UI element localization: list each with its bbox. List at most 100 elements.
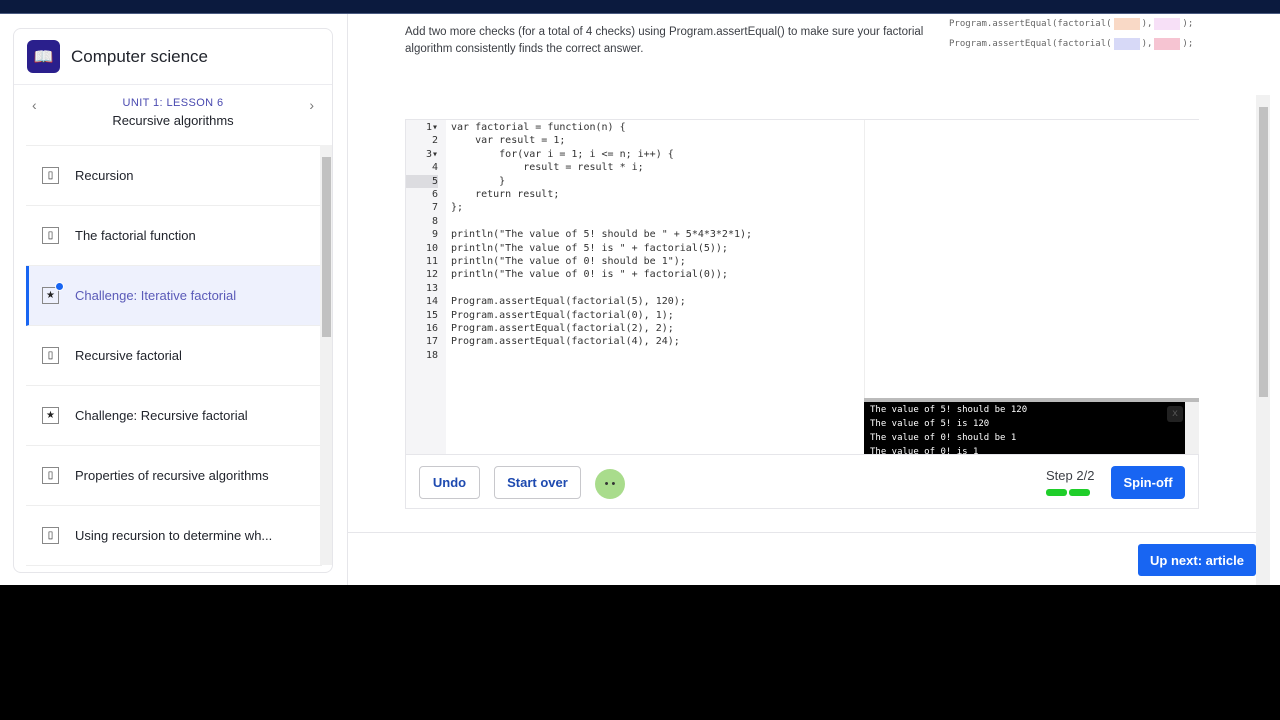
- line-number: 13: [425, 282, 438, 294]
- hint-prefix: Program.assertEqual(factorial(: [949, 19, 1112, 29]
- lesson-title[interactable]: Recursive algorithms: [14, 113, 332, 128]
- hint-suffix: );: [1182, 39, 1194, 49]
- page-scroll-thumb[interactable]: [1259, 107, 1268, 397]
- code-text: println("The value of 0! is " + factoria…: [451, 269, 728, 281]
- course-header[interactable]: 📖 Computer science: [14, 29, 332, 85]
- sidebar-item[interactable]: ▯ Using recursion to determine wh...: [26, 506, 322, 566]
- course-title: Computer science: [71, 46, 209, 66]
- sidebar-item-label: Challenge: Recursive factorial: [75, 408, 248, 423]
- code-line[interactable]: 11 println("The value of 0! should be 1")…: [406, 255, 864, 268]
- star-icon: ★: [42, 282, 64, 304]
- sidebar-item[interactable]: ▯ Properties of recursive algorithms: [26, 446, 322, 506]
- hint-mid: ),: [1141, 19, 1153, 29]
- code-text: Program.assertEqual(factorial(5), 120);: [451, 296, 686, 308]
- sidebar-item-label: The factorial function: [75, 228, 196, 243]
- code-line[interactable]: 2 var result = 1;: [406, 134, 864, 147]
- code-line[interactable]: 8: [406, 215, 864, 228]
- progress-segment: [1046, 489, 1067, 496]
- code-text: println("The value of 5! is " + factoria…: [451, 242, 728, 254]
- output-canvas: [864, 120, 1199, 398]
- sidebar-item-label: Recursion: [75, 168, 134, 183]
- lesson-item-list: ▯ Recursion ▯ The factorial function ★ Challe…: [26, 145, 322, 566]
- code-line[interactable]: 6 return result;: [406, 188, 864, 201]
- sidebar-item-label: Recursive factorial: [75, 348, 182, 363]
- sidebar-item[interactable]: ▯ Recursion: [26, 146, 322, 206]
- progress-segment: [1069, 489, 1090, 496]
- undo-button[interactable]: Undo: [419, 466, 480, 499]
- line-number: 12: [425, 269, 438, 281]
- line-number: 3▾: [425, 148, 438, 160]
- console-line: The value of 5! is 120: [870, 419, 990, 429]
- code-line[interactable]: 3▾ for(var i = 1; i <= n; i++) {: [406, 148, 864, 161]
- line-number: 17: [425, 336, 438, 348]
- start-over-button[interactable]: Start over: [494, 466, 581, 499]
- code-editor[interactable]: 1▾ var factorial = function(n) {2 var res…: [406, 120, 864, 454]
- hint-suffix: );: [1182, 19, 1194, 29]
- book-logo-icon: 📖: [27, 40, 60, 73]
- lesson-nav: ‹ UNIT 1: LESSON 6 Recursive algorithms …: [14, 85, 332, 143]
- code-text: println("The value of 0! should be 1");: [451, 256, 686, 267]
- star-icon: ★: [42, 407, 59, 424]
- console-close-button[interactable]: x: [1167, 406, 1183, 422]
- code-line[interactable]: 18: [406, 349, 864, 362]
- code-line[interactable]: 17 Program.assertEqual(factorial(4), 24);: [406, 335, 864, 348]
- line-number: 18: [425, 349, 438, 361]
- code-line[interactable]: 5 }: [406, 174, 864, 188]
- console-output: The value of 5! should be 120 The value …: [864, 398, 1199, 457]
- hint-line-2: Program.assertEqual(factorial(),);: [949, 38, 1193, 50]
- line-number: 1▾: [425, 122, 438, 133]
- code-text: Program.assertEqual(factorial(4), 24);: [451, 336, 680, 348]
- line-number: 6: [431, 189, 438, 200]
- top-nav-bar: [0, 0, 1280, 14]
- code-text: var result = 1;: [451, 135, 566, 147]
- lesson-unit: UNIT 1: LESSON 6: [122, 97, 224, 109]
- sidebar-item-label: Properties of recursive algorithms: [75, 468, 269, 483]
- page-scrollbar[interactable]: [1256, 95, 1270, 585]
- code-line[interactable]: 10 println("The value of 5! is " + factor…: [406, 242, 864, 255]
- hint-blank: [1154, 18, 1181, 30]
- code-text: println("The value of 5! should be " + 5…: [451, 229, 753, 241]
- sidebar-item-label: Using recursion to determine wh...: [75, 528, 273, 543]
- code-line[interactable]: 9 println("The value of 5! should be " + …: [406, 228, 864, 241]
- code-text: Program.assertEqual(factorial(0), 1);: [451, 309, 674, 321]
- line-number: 2: [431, 135, 438, 147]
- line-number: 10: [425, 242, 438, 254]
- sidebar-item[interactable]: ★ Challenge: Recursive factorial: [26, 386, 322, 446]
- code-line[interactable]: 13: [406, 282, 864, 295]
- console-line: The value of 5! should be 120: [870, 405, 1028, 415]
- article-icon: ▯: [42, 527, 59, 544]
- line-number: 14: [425, 296, 438, 308]
- hint-blank: [1154, 38, 1181, 50]
- code-line[interactable]: 14 Program.assertEqual(factorial(5), 120)…: [406, 295, 864, 308]
- code-line[interactable]: 4 result = result * i;: [406, 161, 864, 174]
- line-number: 15: [425, 309, 438, 321]
- code-line[interactable]: 15 Program.assertEqual(factorial(0), 1);: [406, 309, 864, 322]
- code-line[interactable]: 7};: [406, 201, 864, 214]
- article-icon: ▯: [42, 467, 59, 484]
- prev-lesson-chevron-icon[interactable]: ‹: [32, 97, 37, 113]
- code-line[interactable]: 12 println("The value of 0! is " + factor…: [406, 268, 864, 281]
- spin-off-button[interactable]: Spin-off: [1111, 466, 1185, 499]
- sidebar-item-label: Challenge: Iterative factorial: [75, 288, 237, 303]
- sidebar-item[interactable]: ▯ Recursive factorial: [26, 326, 322, 386]
- avatar: • •: [595, 469, 625, 499]
- line-number: 11: [425, 256, 438, 267]
- code-text: for(var i = 1; i <= n; i++) {: [451, 148, 674, 160]
- up-next-button[interactable]: Up next: article: [1138, 544, 1256, 576]
- next-lesson-chevron-icon[interactable]: ›: [309, 97, 314, 113]
- sidebar-item[interactable]: ▯ The factorial function: [26, 206, 322, 266]
- step-indicator: Step 2/2: [1046, 468, 1095, 483]
- divider: [347, 14, 348, 585]
- code-line[interactable]: 16 Program.assertEqual(factorial(2), 2);: [406, 322, 864, 335]
- page: 📖 Computer science ‹ UNIT 1: LESSON 6 Re…: [0, 0, 1280, 585]
- sidebar-item[interactable]: ★ Challenge: Iterative factorial: [26, 266, 322, 326]
- code-text: var factorial = function(n) {: [451, 122, 626, 133]
- bottom-bar: Up next: article: [348, 532, 1256, 585]
- line-number: 4: [431, 162, 438, 174]
- console-scrollbar[interactable]: [1185, 402, 1199, 454]
- console-line: The value of 0! should be 1: [870, 433, 1017, 443]
- sidebar-scroll-thumb[interactable]: [322, 157, 331, 337]
- code-line[interactable]: 1▾ var factorial = function(n) {: [406, 121, 864, 134]
- sidebar-scrollbar[interactable]: [320, 145, 332, 565]
- completed-check-icon: [55, 282, 64, 291]
